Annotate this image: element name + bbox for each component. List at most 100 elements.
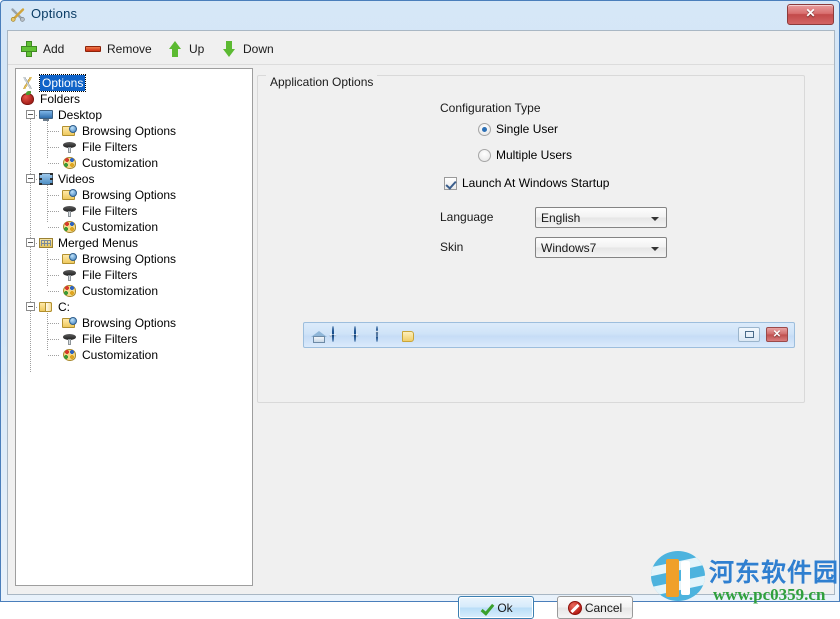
filter-icon — [62, 203, 78, 219]
tree-expander-collapse[interactable] — [26, 110, 35, 119]
tree-connector-line — [48, 291, 60, 292]
tree-item-label: Browsing Options — [82, 252, 177, 266]
remove-button-label: Remove — [107, 42, 152, 56]
tree-item[interactable]: File Filters — [62, 267, 137, 283]
check-icon — [479, 601, 493, 615]
remove-button[interactable]: Remove — [84, 39, 152, 59]
preview-restore-button[interactable] — [738, 327, 760, 342]
launch-at-startup-label: Launch At Windows Startup — [462, 176, 610, 190]
tree-connector-line — [48, 339, 60, 340]
home-icon[interactable] — [310, 327, 328, 345]
tree-item[interactable]: Browsing Options — [62, 123, 176, 139]
radio-multiple-users[interactable]: Multiple Users — [478, 148, 572, 162]
tree-item-label: Customization — [82, 348, 159, 362]
folders-icon — [20, 91, 36, 107]
title-bar: Options ✕ — [1, 1, 840, 29]
tree-item[interactable]: Videos — [38, 171, 94, 187]
tree-connector-line — [48, 147, 60, 148]
tree-item[interactable]: Customization — [62, 219, 158, 235]
tree-connector-line — [48, 259, 60, 260]
toolbar: Add Remove Up Down — [8, 31, 834, 65]
tree-item-label: Options — [38, 74, 87, 92]
add-button-label: Add — [43, 42, 65, 56]
tree-item[interactable]: Options — [20, 74, 87, 92]
tree-expander-collapse[interactable] — [26, 302, 35, 311]
palette-icon — [62, 155, 78, 171]
tree-expander-collapse[interactable] — [26, 238, 35, 247]
tree-item[interactable]: Customization — [62, 347, 158, 363]
window-close-button[interactable]: ✕ — [787, 4, 834, 25]
browse-folder-icon — [62, 187, 78, 203]
tree-item[interactable]: C: — [38, 299, 70, 315]
tree-connector-line — [48, 211, 60, 212]
tree-item[interactable]: Customization — [62, 283, 158, 299]
back-arrow-icon[interactable]: ← — [328, 326, 350, 345]
forward-arrow-icon[interactable]: → — [350, 326, 372, 345]
launch-at-startup-checkbox[interactable]: Launch At Windows Startup — [444, 176, 609, 190]
checkbox-indicator — [444, 176, 457, 190]
language-value: English — [541, 211, 581, 225]
tree-item-label: File Filters — [82, 332, 138, 346]
move-down-button-label: Down — [243, 42, 274, 56]
palette-icon — [62, 347, 78, 363]
tree-connector-line — [48, 227, 60, 228]
tree-item-label: Customization — [82, 220, 159, 234]
tree-item-label: Customization — [82, 156, 159, 170]
preview-close-button[interactable]: ✕ — [766, 327, 788, 342]
radio-single-user-label: Single User — [496, 122, 559, 136]
tree-item[interactable]: Customization — [62, 155, 158, 171]
folder-icon[interactable] — [400, 327, 418, 345]
tree-item[interactable]: Folders — [20, 91, 80, 107]
deny-icon — [567, 600, 582, 615]
tree-item-label: File Filters — [82, 140, 138, 154]
ok-button-label: Ok — [497, 600, 513, 615]
tree-item[interactable]: Browsing Options — [62, 315, 176, 331]
tree-item-label: Browsing Options — [82, 188, 177, 202]
move-down-button[interactable]: Down — [220, 39, 274, 59]
groupbox-title: Application Options — [266, 75, 378, 89]
radio-single-user[interactable]: Single User — [478, 122, 558, 136]
skin-select[interactable]: Windows7 — [535, 237, 667, 258]
palette-icon — [62, 219, 78, 235]
tree-item-label: Browsing Options — [82, 316, 177, 330]
tree-item[interactable]: Browsing Options — [62, 251, 176, 267]
filter-icon — [62, 139, 78, 155]
close-icon: ✕ — [805, 6, 816, 20]
arrow-down-icon — [220, 40, 238, 58]
radio-indicator — [478, 122, 491, 136]
skin-value: Windows7 — [541, 241, 597, 255]
add-button[interactable]: Add — [20, 39, 64, 59]
monitor-icon — [38, 107, 54, 123]
tree-connector-line — [48, 275, 60, 276]
browse-folder-icon — [62, 315, 78, 331]
skin-preview-bar: ← → ↑ ✕ — [303, 322, 795, 348]
tree-connector-line — [48, 355, 60, 356]
options-tree[interactable]: Options Folders Desktop Browsing Options Fil… — [15, 68, 253, 586]
tree-item[interactable]: File Filters — [62, 331, 137, 347]
tree-item-label: Browsing Options — [82, 124, 177, 138]
tree-item-label: Customization — [82, 284, 159, 298]
watermark-url: www.pc0359.cn — [713, 585, 826, 604]
tree-item[interactable]: Desktop — [38, 107, 102, 123]
palette-icon — [62, 283, 78, 299]
application-options-pane: Application Options Configuration Type S… — [257, 68, 827, 586]
tools-icon — [20, 75, 36, 91]
filter-icon — [62, 267, 78, 283]
filter-icon — [62, 331, 78, 347]
move-up-button[interactable]: Up — [166, 39, 204, 59]
tree-item[interactable]: Browsing Options — [62, 187, 176, 203]
window-title: Options — [31, 6, 78, 21]
up-arrow-icon[interactable]: ↑ — [374, 326, 394, 345]
language-label: Language — [440, 210, 494, 224]
tree-item[interactable]: File Filters — [62, 139, 137, 155]
cancel-button-label: Cancel — [584, 600, 623, 615]
tree-item[interactable]: File Filters — [62, 203, 137, 219]
radio-indicator — [478, 148, 491, 162]
tree-item[interactable]: Merged Menus — [38, 235, 138, 251]
ok-button[interactable]: Ok — [458, 596, 534, 619]
language-select[interactable]: English — [535, 207, 667, 228]
cancel-button[interactable]: Cancel — [557, 596, 633, 619]
minus-icon — [84, 40, 102, 58]
tree-expander-collapse[interactable] — [26, 174, 35, 183]
tree-item-label: Desktop — [58, 108, 103, 122]
